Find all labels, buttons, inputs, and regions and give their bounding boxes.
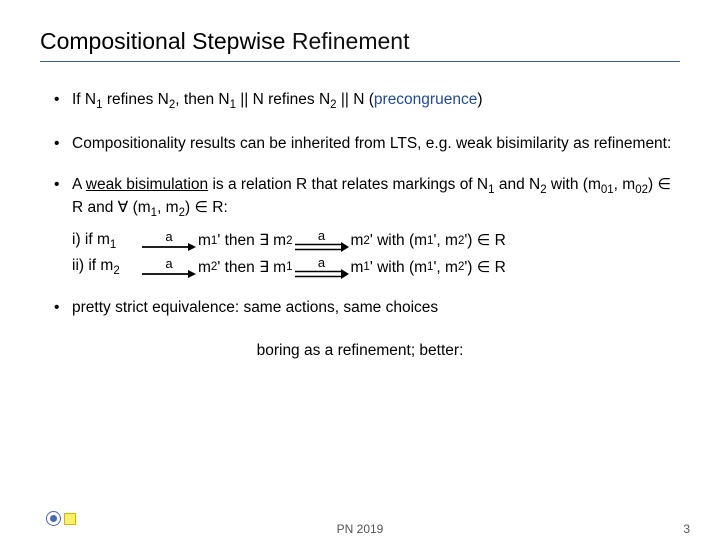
text: m: [351, 231, 364, 252]
text: ', m: [433, 231, 457, 252]
text: i) if m: [72, 231, 110, 248]
slide-number: 3: [683, 522, 690, 536]
text: m: [198, 231, 211, 252]
title-prefix: Compositional Stepwise: [40, 28, 292, 54]
place-icon: [46, 511, 61, 526]
bullet-compositionality: Compositionality results can be inherite…: [40, 134, 680, 155]
arrow-label: a: [165, 258, 172, 269]
sub-1: 1: [110, 239, 116, 251]
text: ') ∈ R: [464, 258, 505, 279]
boring-text: boring as a refinement; better:: [40, 341, 680, 362]
text: and N: [495, 176, 541, 193]
text: || N (: [337, 91, 374, 108]
text: || N refines N: [236, 91, 330, 108]
double-arrow-a-icon: a: [295, 257, 349, 280]
text: refines N: [103, 91, 169, 108]
double-arrow-a-icon: a: [295, 230, 349, 253]
bullet-precongruence: If N1 refines N2, then N1 || N refines N…: [40, 90, 680, 114]
arrow-label: a: [165, 231, 172, 242]
text: ' then ∃ m: [217, 258, 286, 279]
arrow-label: a: [318, 230, 325, 241]
text: If N: [72, 91, 96, 108]
text: , m: [157, 199, 179, 216]
text: , m: [614, 176, 636, 193]
token-icon: [50, 515, 57, 522]
text: ' with (m: [370, 231, 427, 252]
text: m: [351, 258, 364, 279]
text: m: [198, 258, 211, 279]
text: ): [477, 91, 482, 108]
precongruence-word: precongruence: [374, 91, 477, 108]
text: is a relation R that relates markings of…: [208, 176, 488, 193]
weak-bisim-underline: weak bisimulation: [86, 176, 208, 193]
text: ') ∈ R: [464, 231, 505, 252]
footer-venue: PN 2019: [337, 522, 384, 536]
sub-02: 02: [635, 184, 648, 196]
title-refine: Refinement: [292, 28, 410, 54]
bullet-strict-equiv: pretty strict equivalence: same actions,…: [40, 298, 680, 319]
arrow-label: a: [318, 257, 325, 268]
text: ii) if m: [72, 257, 113, 274]
petri-net-logo-icon: [46, 511, 76, 526]
text: with (m: [547, 176, 601, 193]
transition-icon: [64, 513, 76, 525]
slide-title: Compositional Stepwise Refinement: [40, 28, 680, 62]
bisim-cond-i: i) if m1 a m1' then ∃ m2 a m2' with (m1'…: [40, 230, 680, 254]
sub-1: 1: [286, 260, 292, 276]
sub-01: 01: [601, 184, 614, 196]
text: ) ∈ R:: [185, 199, 228, 216]
bullet-weak-bisim: A weak bisimulation is a relation R that…: [40, 175, 680, 222]
sub-2: 2: [113, 265, 119, 277]
bisim-cond-ii: ii) if m2 a m2' then ∃ m1 a m1' with (m1…: [40, 256, 680, 280]
text: ', m: [433, 258, 457, 279]
slide-body: If N 1 refines N 2 , then N 1 || N refines N…: [40, 90, 680, 362]
sub-2: 2: [286, 234, 292, 250]
arrow-a-icon: a: [142, 231, 196, 252]
text: A: [72, 176, 86, 193]
text: ' with (m: [370, 258, 427, 279]
text: ' then ∃ m: [217, 231, 286, 252]
text: , then N: [175, 91, 229, 108]
arrow-a-icon: a: [142, 258, 196, 279]
